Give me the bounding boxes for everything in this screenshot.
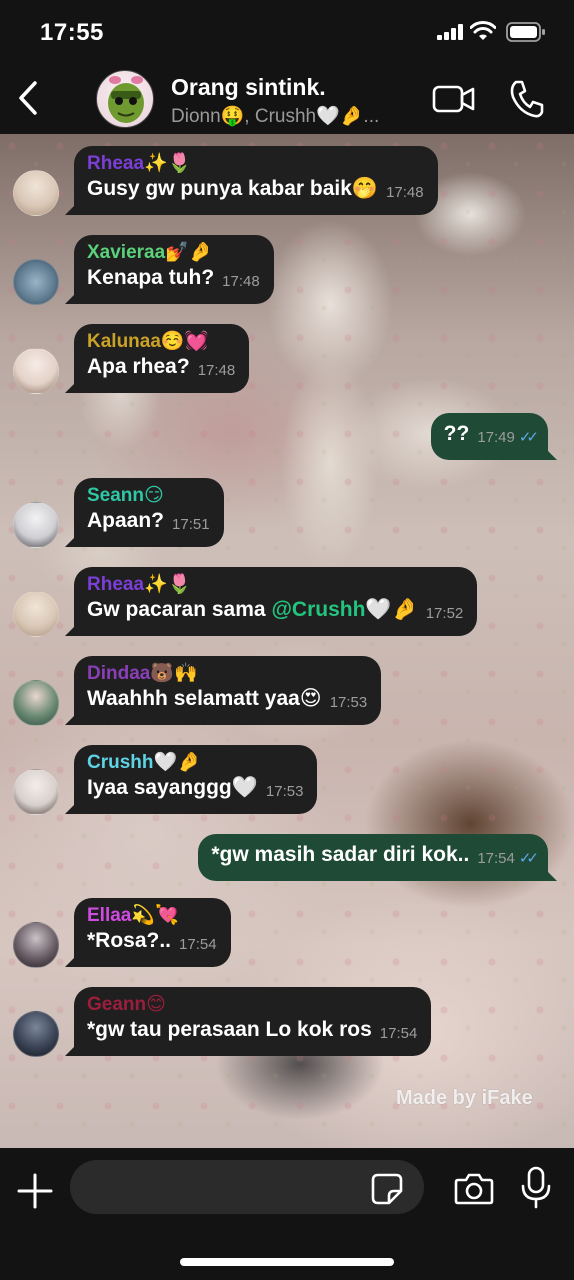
message-bubble[interactable]: Rheaa✨🌷 Gusy gw punya kabar baik🤭 17:48	[74, 146, 438, 215]
sender-name: Rheaa✨🌷	[87, 153, 192, 174]
message-time: 17:51	[172, 516, 210, 533]
group-avatar-image	[108, 76, 144, 123]
cellular-signal-icon	[437, 24, 463, 40]
sender-name: Kalunaa☺️💓	[87, 331, 209, 352]
sender-name: Ellaa💫💘	[87, 905, 179, 926]
camera-icon	[454, 1173, 494, 1205]
group-members-subtitle[interactable]: Dionn🤑, Crushh🤍🤌...	[171, 104, 379, 128]
phone-icon	[510, 80, 544, 118]
message-bubble[interactable]: Crushh🤍🤌 Iyaa sayanggg🤍 17:53	[74, 745, 318, 814]
sender-name: Dindaa🐻🙌	[87, 663, 198, 684]
sender-avatar[interactable]	[13, 170, 59, 216]
read-receipt-icon: ✓✓	[518, 850, 539, 867]
message-bubble[interactable]: Rheaa✨🌷 Gw pacaran sama @Crushh🤍🤌 17:52	[74, 567, 478, 636]
chat-area[interactable]: Rheaa✨🌷 Gusy gw punya kabar baik🤭 17:48 X…	[0, 134, 574, 1148]
sticker-icon	[371, 1173, 403, 1205]
message-composer	[0, 1148, 574, 1280]
message-bubble-outgoing[interactable]: ?? 17:49 ✓✓	[430, 413, 548, 460]
message-bubble[interactable]: Xavieraa💅🤌 Kenapa tuh? 17:48	[74, 235, 274, 304]
watermark-text: Made by iFake	[396, 1087, 533, 1109]
home-indicator[interactable]	[180, 1258, 394, 1266]
sender-avatar[interactable]	[13, 502, 59, 548]
sender-avatar[interactable]	[13, 922, 59, 968]
message-bubble[interactable]: Ellaa💫💘 *Rosa?.. 17:54	[74, 898, 231, 967]
message-bubble[interactable]: Kalunaa☺️💓 Apa rhea? 17:48	[74, 324, 250, 393]
message-text: Iyaa sayanggg🤍	[87, 776, 258, 799]
chat-header: Orang sintink. Dionn🤑, Crushh🤍🤌...	[0, 62, 574, 134]
status-time: 17:55	[40, 19, 104, 46]
sender-name: Xavieraa💅🤌	[87, 242, 213, 263]
message-time: 17:48	[197, 362, 236, 379]
sender-avatar[interactable]	[13, 680, 59, 726]
back-button[interactable]	[10, 76, 46, 120]
message-time: 17:48	[222, 273, 260, 290]
message-text: ??	[443, 422, 470, 445]
sender-avatar[interactable]	[13, 769, 59, 815]
message-text: *gw masih sadar diri kok..	[211, 843, 470, 866]
message-bubble-outgoing[interactable]: *gw masih sadar diri kok.. 17:54 ✓✓	[198, 834, 548, 881]
sender-name: Rheaa✨🌷	[87, 574, 192, 595]
plus-icon	[17, 1173, 53, 1209]
chevron-left-icon	[19, 81, 37, 115]
group-avatar[interactable]	[96, 70, 154, 128]
message-time: 17:49	[477, 429, 515, 446]
sender-avatar[interactable]	[13, 591, 59, 637]
message-time: 17:48	[386, 184, 424, 201]
microphone-button[interactable]	[520, 1166, 552, 1210]
message-time: 17:53	[329, 694, 368, 711]
message-time: 17:53	[265, 783, 304, 800]
microphone-icon	[521, 1166, 551, 1209]
sender-name: Crushh🤍🤌	[87, 752, 201, 773]
message-text: *Rosa?..	[87, 929, 172, 952]
message-text: Kenapa tuh?	[87, 266, 215, 289]
video-camera-icon	[432, 85, 475, 113]
sender-avatar[interactable]	[13, 259, 59, 305]
message-text: Apaan?	[87, 509, 165, 532]
sender-avatar[interactable]	[13, 1011, 59, 1057]
read-receipt-icon: ✓✓	[518, 429, 539, 446]
sender-name: Geann😊	[87, 994, 166, 1015]
message-time: 17:52	[425, 605, 464, 622]
message-text: Gusy gw punya kabar baik🤭	[87, 177, 379, 200]
message-time: 17:54	[179, 936, 217, 953]
sender-avatar[interactable]	[13, 348, 59, 394]
message-time: 17:54	[477, 850, 515, 867]
message-text: Gw pacaran sama	[87, 598, 272, 621]
mention-link[interactable]: @Crushh🤍🤌	[271, 598, 417, 621]
wifi-icon	[470, 21, 496, 40]
message-time: 17:54	[379, 1025, 418, 1042]
camera-button[interactable]	[454, 1170, 494, 1206]
group-title[interactable]: Orang sintink.	[171, 74, 326, 101]
message-text: *gw tau perasaan Lo kok ros	[87, 1018, 372, 1041]
sticker-button[interactable]	[370, 1172, 404, 1206]
sender-name: Seann😏	[87, 485, 164, 506]
battery-icon	[506, 22, 545, 42]
attach-button[interactable]	[14, 1170, 56, 1212]
message-bubble[interactable]: Dindaa🐻🙌 Waahhh selamatt yaa😍 17:53	[74, 656, 382, 725]
status-bar: 17:55	[0, 0, 574, 62]
message-text: Apa rhea?	[87, 355, 190, 378]
message-bubble[interactable]: Seann😏 Apaan? 17:51	[74, 478, 224, 547]
voice-call-button[interactable]	[508, 79, 544, 119]
message-bubble[interactable]: Geann😊 *gw tau perasaan Lo kok ros 17:54	[74, 987, 432, 1056]
message-text: Waahhh selamatt yaa😍	[87, 687, 322, 710]
video-call-button[interactable]	[432, 82, 476, 116]
